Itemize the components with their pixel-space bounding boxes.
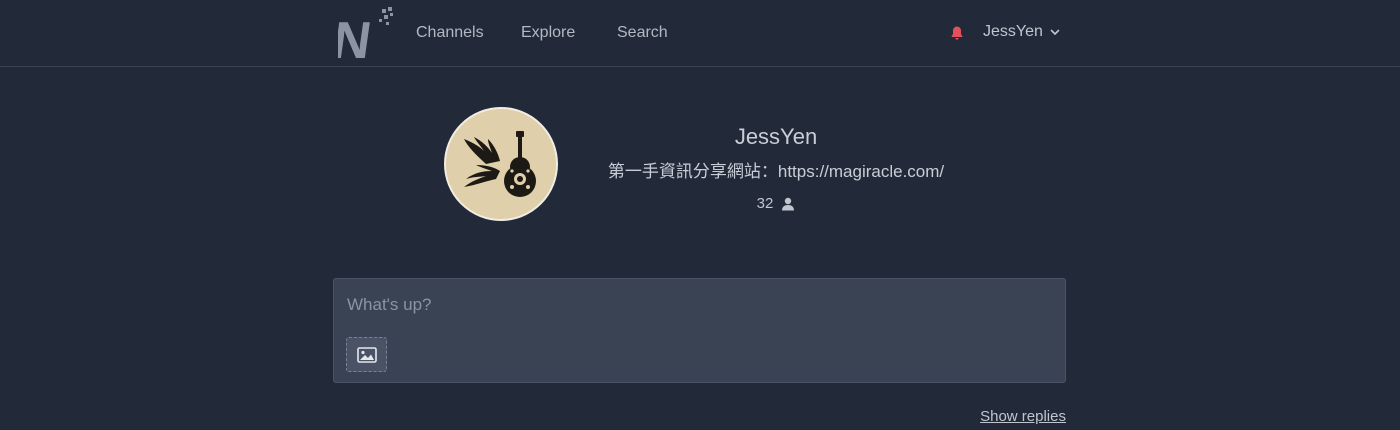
user-icon	[782, 197, 795, 210]
post-composer	[333, 278, 1066, 383]
follower-count-value: 32	[756, 195, 774, 212]
follower-count[interactable]: 32	[576, 195, 976, 212]
nav-explore-link[interactable]: Explore	[521, 24, 575, 42]
attach-image-button[interactable]	[346, 337, 387, 372]
top-navbar: N Channels Explore Search JessYen	[0, 0, 1400, 67]
nav-search-link[interactable]: Search	[617, 24, 668, 42]
logo-icon[interactable]: N	[338, 6, 396, 62]
show-replies-link[interactable]: Show replies	[980, 408, 1066, 425]
user-menu[interactable]: JessYen	[983, 23, 1061, 41]
nav-channels-link[interactable]: Channels	[416, 24, 484, 42]
notification-bell-icon[interactable]	[949, 25, 965, 41]
image-icon	[356, 346, 377, 363]
profile-name: JessYen	[734, 124, 818, 149]
svg-text:N: N	[338, 12, 375, 62]
profile-bio: 第一手資訊分享網站：https://magiracle.com/	[607, 162, 945, 181]
username-label: JessYen	[983, 23, 1043, 40]
post-input[interactable]	[334, 279, 1065, 331]
profile-avatar	[444, 107, 558, 221]
guitar-wings-emblem-icon	[464, 131, 536, 197]
chevron-down-icon	[1050, 29, 1060, 35]
profile-info: JessYen 第一手資訊分享網站：https://magiracle.com/…	[576, 122, 976, 212]
